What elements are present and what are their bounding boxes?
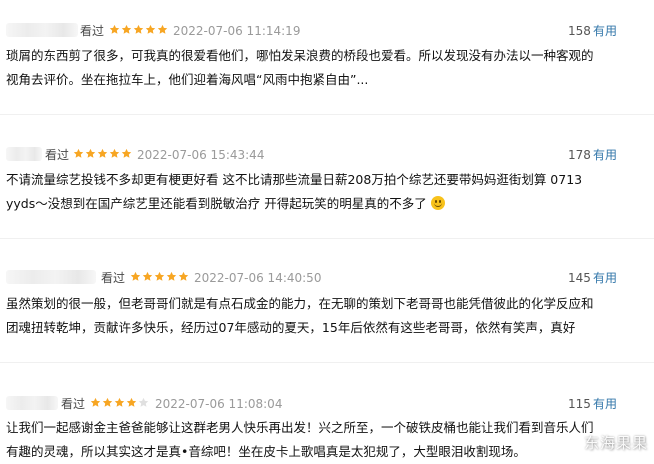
username-blurred[interactable] [6,396,58,410]
star-icon [109,24,120,34]
star-icon [109,148,120,158]
username-blurred[interactable] [6,147,42,161]
watched-status: 看过 [80,24,105,38]
watched-status: 看过 [45,148,70,162]
review-text-line: 不请流量综艺投钱不多却更有梗更好看 这不比请那些流量日薪208万拍个综艺还要带妈… [6,172,583,187]
watermark-text: 东海果果 [583,434,648,452]
star-icon [121,24,132,34]
review-text-line: 琐屑的东西剪了很多，可我真的很爱看他们，哪怕发呆浪费的桥段也爱看。所以发现没有办… [6,48,594,63]
useful-count: 115 [568,397,591,411]
rating-stars [109,22,168,38]
star-icon [97,148,108,158]
username-blurred[interactable] [6,23,78,37]
divider [0,362,654,363]
username-blurred[interactable] [6,270,96,284]
watched-status: 看过 [101,271,126,285]
review-text-line: 视角去评价。坐在拖拉车上，他们迎着海风唱“风雨中抱紧自由”... [6,72,369,87]
review-text: 不请流量综艺投钱不多却更有梗更好看 这不比请那些流量日薪208万拍个综艺还要带妈… [6,168,636,216]
rating-stars [73,146,132,162]
review-date: 2022-07-06 11:08:04 [155,397,283,411]
review-meta: 看过 2022-07-06 14:40:50 145 有用 [0,268,654,288]
useful-button[interactable]: 有用 [593,23,617,39]
review-text: 虽然策划的很一般，但老哥哥们就是有点石成金的能力，在无聊的策划下老哥哥也能凭借彼… [6,292,636,340]
star-icon [90,397,101,407]
review-text-line: 虽然策划的很一般，但老哥哥们就是有点石成金的能力，在无聊的策划下老哥哥也能凭借彼… [6,296,594,311]
review-text-line: yyds～没想到在国产综艺里还能看到脱敏治疗 开得起玩笑的明星真的不多了 [6,192,636,216]
star-icon [154,271,165,281]
star-icon [178,271,189,281]
star-icon [121,148,132,158]
star-icon [130,271,141,281]
review-meta: 看过 2022-07-06 11:08:04 115 有用 [0,394,654,414]
star-icon [145,24,156,34]
review-meta: 看过 2022-07-06 15:43:44 178 有用 [0,145,654,165]
star-icon [138,397,149,407]
review-meta: 看过 2022-07-06 11:14:19 158 有用 [0,21,654,41]
star-icon [73,148,84,158]
useful-button[interactable]: 有用 [593,147,617,163]
star-icon [133,24,144,34]
useful-count: 158 [568,24,591,38]
divider [0,238,654,239]
review-text: 让我们一起感谢金主爸爸能够让这群老男人快乐再出发！兴之所至，一个破铁皮桶也能让我… [6,416,636,464]
rating-stars [130,269,189,285]
useful-button[interactable]: 有用 [593,270,617,286]
useful-button[interactable]: 有用 [593,396,617,412]
review-date: 2022-07-06 15:43:44 [137,148,265,162]
review-text-line: 有趣的灵魂，所以其实这才是真•音综吧！坐在皮卡上歌唱真是太犯规了，大型眼泪收割现… [6,444,526,459]
star-icon [102,397,113,407]
useful-count: 178 [568,148,591,162]
review-date: 2022-07-06 14:40:50 [194,271,322,285]
rating-stars [90,395,149,411]
review-text: 琐屑的东西剪了很多，可我真的很爱看他们，哪怕发呆浪费的桥段也爱看。所以发现没有办… [6,44,636,92]
star-icon [126,397,137,407]
star-icon [166,271,177,281]
useful-count: 145 [568,271,591,285]
review-text-line: 让我们一起感谢金主爸爸能够让这群老男人快乐再出发！兴之所至，一个破铁皮桶也能让我… [6,420,594,435]
divider [0,114,654,115]
star-icon [157,24,168,34]
star-icon [85,148,96,158]
smile-emoji-icon [430,196,445,210]
watched-status: 看过 [61,397,86,411]
star-icon [114,397,125,407]
review-date: 2022-07-06 11:14:19 [173,24,301,38]
star-icon [142,271,153,281]
review-text-line: 团魂扭转乾坤，贡献许多快乐，经历过07年感动的夏天，15年后依然有这些老哥哥，依… [6,320,576,335]
